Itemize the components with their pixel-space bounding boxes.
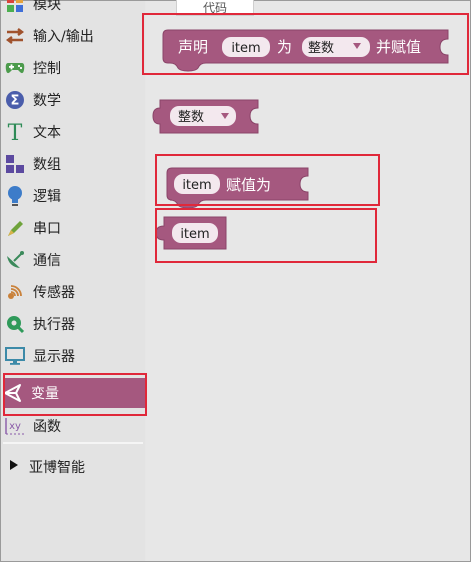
declare-var-name: item [231,41,260,56]
declare-prefix-label: 声明 [178,38,208,56]
declare-variable-block[interactable]: 声明 item 为 整数 并赋值 [162,29,449,72]
declare-as-label: 为 [277,38,292,56]
assign-label: 赋值为 [226,176,271,194]
type-block-label: 整数 [178,110,204,125]
declare-suffix-label: 并赋值 [376,38,421,56]
blocks-canvas: 声明 item 为 整数 并赋值 整数 item 赋值为 item [152,29,449,250]
assign-variable-block[interactable]: item 赋值为 [166,167,309,209]
getter-var-name: item [180,227,209,242]
type-value-block[interactable]: 整数 [152,99,259,134]
variable-getter-block[interactable]: item [155,216,227,250]
declare-type-label: 整数 [308,41,334,56]
assign-var-name: item [182,178,211,193]
